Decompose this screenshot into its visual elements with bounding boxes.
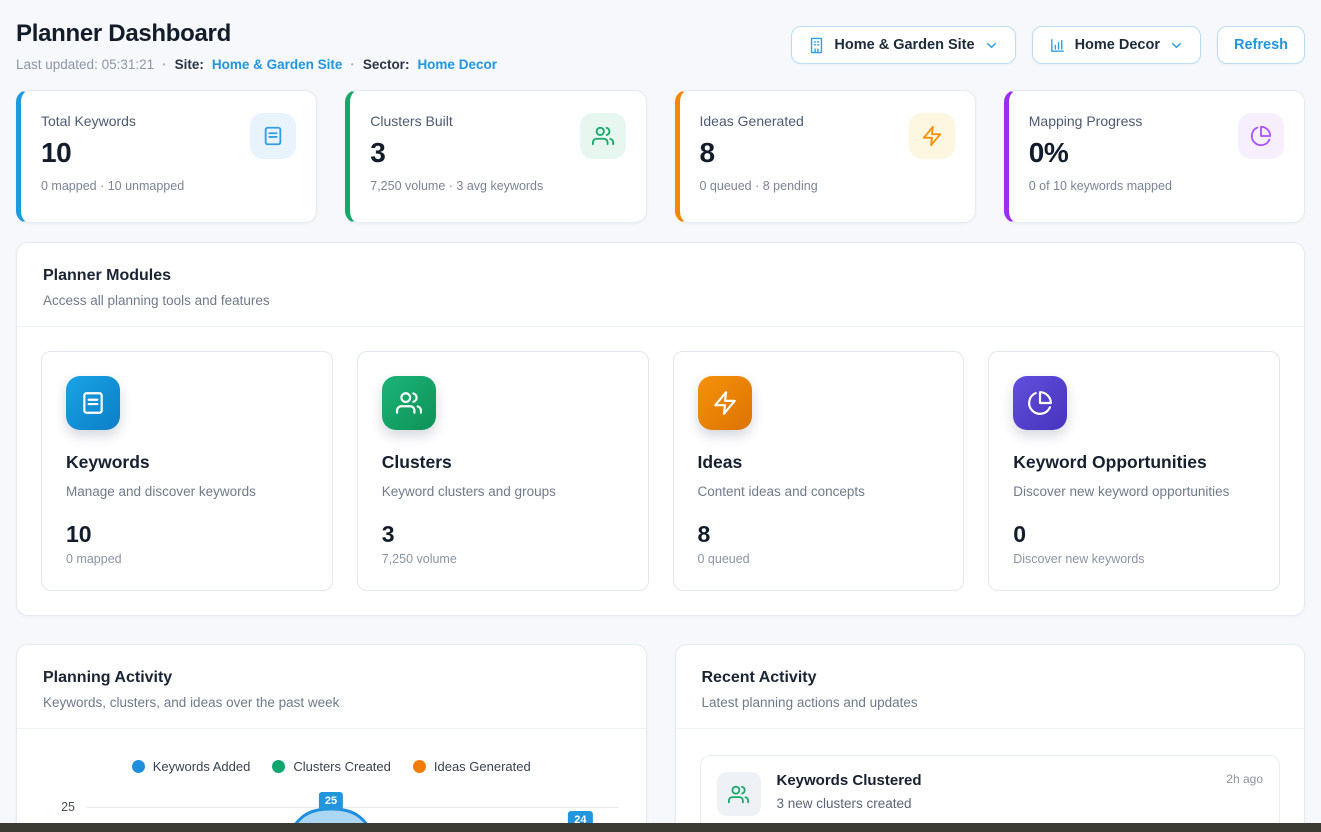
meta-separator: · (350, 57, 355, 72)
sector-selector-dropdown[interactable]: Home Decor (1032, 26, 1201, 64)
recent-activity-card: Recent Activity Latest planning actions … (675, 644, 1306, 832)
chart-point-label: 25 (319, 792, 343, 810)
legend-dot (272, 760, 285, 773)
modules-panel-title: Planner Modules (43, 267, 1278, 285)
refresh-button[interactable]: Refresh (1217, 26, 1305, 64)
file-text-icon (250, 113, 296, 159)
recent-activity-title: Recent Activity (702, 669, 1279, 687)
activity-item-title: Keywords Clustered (777, 772, 922, 789)
stat-card-clusters-built: Clusters Built 3 7,250 volume · 3 avg ke… (345, 90, 646, 223)
bottom-row: Planning Activity Keywords, clusters, an… (16, 644, 1305, 832)
header-controls: Home & Garden Site Home Decor Refresh (791, 26, 1305, 64)
planner-dashboard-page: Planner Dashboard Last updated: 05:31:21… (0, 0, 1321, 832)
planning-activity-header: Planning Activity Keywords, clusters, an… (17, 645, 646, 729)
module-subtext: 0 queued (698, 552, 940, 566)
module-count: 3 (382, 521, 624, 548)
module-description: Manage and discover keywords (66, 484, 308, 499)
y-axis-tick: 25 (41, 800, 75, 814)
users-icon (580, 113, 626, 159)
page-header: Planner Dashboard Last updated: 05:31:21… (16, 20, 1305, 72)
module-subtext: Discover new keywords (1013, 552, 1255, 566)
modules-panel-header: Planner Modules Access all planning tool… (17, 243, 1304, 327)
legend-dot (413, 760, 426, 773)
page-title: Planner Dashboard (16, 20, 497, 48)
stat-subtext: 0 of 10 keywords mapped (1029, 179, 1284, 193)
module-card-keyword-opportunities[interactable]: Keyword Opportunities Discover new keywo… (988, 351, 1280, 591)
module-description: Content ideas and concepts (698, 484, 940, 499)
legend-item-keywords-added[interactable]: Keywords Added (132, 759, 251, 774)
module-subtext: 7,250 volume (382, 552, 624, 566)
chevron-down-icon (984, 38, 999, 53)
planning-activity-title: Planning Activity (43, 669, 620, 687)
legend-dot (132, 760, 145, 773)
planning-activity-subtitle: Keywords, clusters, and ideas over the p… (43, 695, 620, 710)
sector-selector-value: Home Decor (1075, 37, 1160, 53)
legend-label: Clusters Created (293, 759, 391, 774)
pie-chart-icon (1238, 113, 1284, 159)
chart-legend: Keywords Added Clusters Created Ideas Ge… (41, 759, 622, 774)
module-count: 0 (1013, 521, 1255, 548)
activity-item-timestamp: 2h ago (1226, 772, 1263, 786)
planning-activity-card: Planning Activity Keywords, clusters, an… (16, 644, 647, 832)
site-label: Site: (175, 57, 204, 72)
stats-row: Total Keywords 10 0 mapped · 10 unmapped… (16, 90, 1305, 223)
stat-subtext: 7,250 volume · 3 avg keywords (370, 179, 625, 193)
stat-card-total-keywords: Total Keywords 10 0 mapped · 10 unmapped (16, 90, 317, 223)
module-subtext: 0 mapped (66, 552, 308, 566)
module-card-ideas[interactable]: Ideas Content ideas and concepts 8 0 que… (673, 351, 965, 591)
pie-chart-icon (1013, 376, 1067, 430)
file-text-icon (66, 376, 120, 430)
sector-label: Sector: (363, 57, 410, 72)
activity-item-content: Keywords Clustered 2h ago 3 new clusters… (777, 772, 1264, 811)
activity-item-keywords-clustered[interactable]: Keywords Clustered 2h ago 3 new clusters… (700, 755, 1281, 832)
zap-icon (698, 376, 752, 430)
building-icon (808, 37, 825, 54)
module-title: Keywords (66, 452, 308, 473)
sector-link[interactable]: Home Decor (417, 57, 497, 72)
recent-activity-header: Recent Activity Latest planning actions … (676, 645, 1305, 729)
planner-modules-panel: Planner Modules Access all planning tool… (16, 242, 1305, 616)
stat-card-ideas-generated: Ideas Generated 8 0 queued · 8 pending (675, 90, 976, 223)
site-link[interactable]: Home & Garden Site (212, 57, 343, 72)
activity-item-description: 3 new clusters created (777, 796, 1264, 811)
chevron-down-icon (1169, 38, 1184, 53)
module-description: Discover new keyword opportunities (1013, 484, 1255, 499)
legend-label: Keywords Added (153, 759, 251, 774)
last-updated-text: Last updated: 05:31:21 (16, 57, 154, 72)
module-card-keywords[interactable]: Keywords Manage and discover keywords 10… (41, 351, 333, 591)
module-count: 10 (66, 521, 308, 548)
users-icon (717, 772, 761, 816)
users-icon (382, 376, 436, 430)
site-selector-value: Home & Garden Site (834, 37, 974, 53)
stat-card-mapping-progress: Mapping Progress 0% 0 of 10 keywords map… (1004, 90, 1305, 223)
legend-item-clusters-created[interactable]: Clusters Created (272, 759, 391, 774)
modules-grid: Keywords Manage and discover keywords 10… (17, 327, 1304, 615)
site-selector-dropdown[interactable]: Home & Garden Site (791, 26, 1015, 64)
legend-item-ideas-generated[interactable]: Ideas Generated (413, 759, 531, 774)
modules-panel-subtitle: Access all planning tools and features (43, 293, 1278, 308)
module-description: Keyword clusters and groups (382, 484, 624, 499)
recent-activity-subtitle: Latest planning actions and updates (702, 695, 1279, 710)
legend-label: Ideas Generated (434, 759, 531, 774)
zap-icon (909, 113, 955, 159)
stat-subtext: 0 queued · 8 pending (700, 179, 955, 193)
header-meta: Last updated: 05:31:21 · Site: Home & Ga… (16, 57, 497, 72)
screen-bottom-edge-bar (0, 823, 1321, 832)
meta-separator: · (162, 57, 167, 72)
module-count: 8 (698, 521, 940, 548)
stat-subtext: 0 mapped · 10 unmapped (41, 179, 296, 193)
module-title: Clusters (382, 452, 624, 473)
bar-chart-icon (1049, 37, 1066, 54)
header-titles: Planner Dashboard Last updated: 05:31:21… (16, 20, 497, 72)
module-title: Keyword Opportunities (1013, 452, 1255, 473)
module-title: Ideas (698, 452, 940, 473)
module-card-clusters[interactable]: Clusters Keyword clusters and groups 3 7… (357, 351, 649, 591)
recent-activity-list: Keywords Clustered 2h ago 3 new clusters… (676, 729, 1305, 832)
activity-chart: Keywords Added Clusters Created Ideas Ge… (17, 729, 646, 832)
